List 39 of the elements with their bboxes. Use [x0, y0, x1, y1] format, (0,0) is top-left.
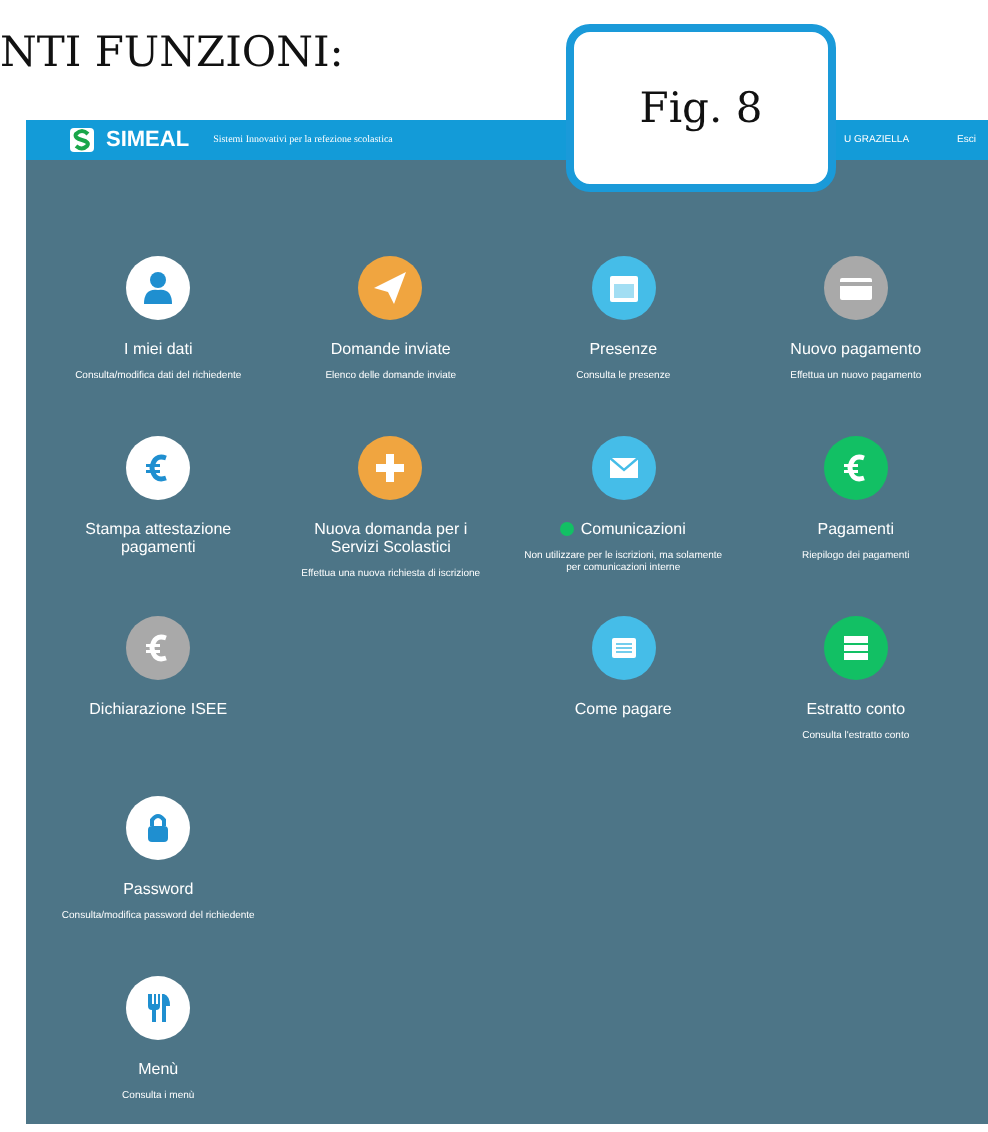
card-icon: [839, 272, 872, 304]
tile-button[interactable]: [591, 256, 656, 320]
tile-button[interactable]: [358, 256, 423, 320]
tile-button[interactable]: [591, 436, 656, 500]
tile-button[interactable]: [823, 436, 888, 500]
brand-name: SIMEAL: [106, 128, 190, 152]
tile-title[interactable]: I miei dati: [124, 340, 193, 358]
tile-title[interactable]: Comunicazioni: [580, 520, 686, 538]
tile-button[interactable]: [823, 616, 888, 680]
tile-button[interactable]: [126, 616, 191, 680]
envelope-icon: [607, 452, 640, 484]
tile-title[interactable]: Come pagare: [574, 700, 672, 718]
tile-title[interactable]: Domande inviate: [330, 340, 451, 358]
tile-title[interactable]: Dichiarazione ISEE: [89, 700, 228, 718]
cutlery-icon: [142, 992, 175, 1024]
tile-title[interactable]: Estratto conto: [806, 700, 906, 718]
tile-title[interactable]: Presenze: [589, 340, 658, 358]
tile-title[interactable]: Menù: [138, 1060, 179, 1078]
person-icon: [142, 272, 175, 304]
plus-icon: [374, 452, 407, 484]
paper-plane-icon: [374, 272, 407, 304]
tile-button[interactable]: [823, 256, 888, 320]
tile-button[interactable]: [126, 976, 191, 1040]
calendar-icon: [607, 272, 640, 304]
document-heading: NTI FUNZIONI:: [0, 26, 346, 80]
tile-button[interactable]: [591, 616, 656, 680]
tile-title[interactable]: Pagamenti: [817, 520, 894, 538]
ledger-icon: [839, 632, 872, 664]
tile-button[interactable]: [358, 436, 423, 500]
tile-button[interactable]: [126, 436, 191, 500]
tile-button[interactable]: [126, 796, 191, 860]
tile-title[interactable]: Nuovo pagamento: [790, 340, 922, 358]
tile-title[interactable]: Password: [123, 880, 194, 898]
figure-callout: Fig. 8: [566, 24, 836, 192]
tile-button[interactable]: [126, 256, 191, 320]
list-icon: [607, 632, 640, 664]
logo-icon: [70, 128, 94, 152]
tile-title[interactable]: Nuova domanda per i Servizi Scolastici: [290, 520, 491, 556]
tile-title[interactable]: Stampa attestazione pagamenti: [58, 520, 259, 556]
